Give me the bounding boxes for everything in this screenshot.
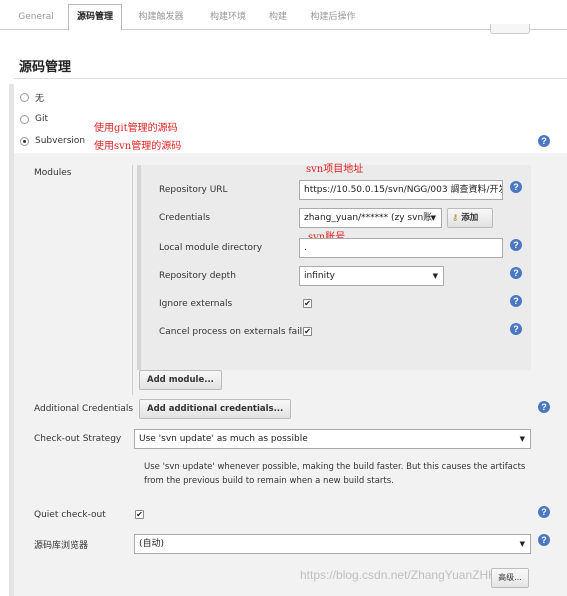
tab-post-build[interactable]: 构建后操作 <box>298 4 368 30</box>
scm-option-none-label: 无 <box>35 93 45 104</box>
tab-general[interactable]: General <box>8 4 64 30</box>
svn-annotation: 使用svn管理的源码 <box>94 141 182 152</box>
additional-credentials-help-icon[interactable]: ? <box>538 401 550 413</box>
additional-credentials-label: Additional Credentials <box>34 404 134 414</box>
chevron-down-icon: ▼ <box>432 272 438 280</box>
checkout-strategy-label: Check-out Strategy <box>34 434 122 444</box>
cancel-process-help-icon[interactable]: ? <box>510 323 522 335</box>
tab-bar: General 源码管理 构建触发器 构建环境 构建 构建后操作 <box>0 0 567 31</box>
tab-build[interactable]: 构建 <box>260 4 296 30</box>
repo-browser-help-icon[interactable]: ? <box>538 534 550 546</box>
checkout-strategy-select[interactable]: Use 'svn update' as much as possible ▼ <box>134 429 531 449</box>
section-divider <box>14 78 567 79</box>
repo-browser-value: (自动) <box>139 539 165 549</box>
quiet-checkout-help-icon[interactable]: ? <box>538 506 550 518</box>
subversion-help-icon[interactable]: ? <box>538 135 550 147</box>
repository-depth-help-icon[interactable]: ? <box>510 267 522 279</box>
ignore-externals-label: Ignore externals <box>159 299 233 309</box>
key-icon: ⚷ <box>452 213 459 223</box>
chevron-down-icon: ▼ <box>430 214 436 222</box>
scm-option-git-label: Git <box>35 114 49 124</box>
local-module-directory-help-icon[interactable]: ? <box>510 239 522 251</box>
add-module-button[interactable]: Add module... <box>139 370 222 390</box>
chevron-down-icon: ▼ <box>519 435 525 443</box>
local-module-directory-input[interactable]: . <box>299 238 503 258</box>
credentials-select[interactable]: zhang_yuan/****** (zy svn账 ▼ <box>299 208 442 228</box>
quiet-checkout-label: Quiet check-out <box>34 510 106 520</box>
chevron-down-icon: ▼ <box>519 540 525 548</box>
scm-option-git[interactable]: Git <box>20 112 48 126</box>
add-credentials-button[interactable]: ⚷ 添加 <box>447 208 493 228</box>
repository-url-input[interactable]: https://10.50.0.15/svn/NGG/003 調查資料/开发 <box>299 180 503 200</box>
modules-label: Modules <box>34 168 72 178</box>
scm-option-subversion[interactable]: Subversion <box>20 134 85 148</box>
git-annotation: 使用git管理的源码 <box>94 123 178 134</box>
cancel-process-checkbox[interactable]: ✔ <box>303 327 312 336</box>
radio-none[interactable] <box>20 92 29 102</box>
ignore-externals-help-icon[interactable]: ? <box>510 295 522 307</box>
add-credentials-button-label: 添加 <box>461 213 479 223</box>
radio-subversion[interactable] <box>20 136 29 146</box>
local-module-directory-label: Local module directory <box>159 243 263 253</box>
tab-source-management[interactable]: 源码管理 <box>68 4 122 31</box>
credentials-label: Credentials <box>159 213 211 223</box>
previous-section-button[interactable] <box>490 24 530 34</box>
repo-browser-select[interactable]: (自动) ▼ <box>134 534 531 554</box>
advanced-button[interactable]: 高级... <box>491 568 529 588</box>
tab-build-triggers[interactable]: 构建触发器 <box>126 4 196 30</box>
quiet-checkout-checkbox[interactable]: ✔ <box>135 510 144 519</box>
add-additional-credentials-button[interactable]: Add additional credentials... <box>139 399 292 419</box>
repository-depth-select[interactable]: infinity ▼ <box>299 266 444 286</box>
checkout-strategy-description: Use 'svn update' whenever possible, maki… <box>144 462 526 486</box>
tab-build-environment[interactable]: 构建环境 <box>198 4 258 30</box>
repository-url-help-icon[interactable]: ? <box>510 181 522 193</box>
ignore-externals-checkbox[interactable]: ✔ <box>303 299 312 308</box>
scm-option-none[interactable]: 无 <box>20 90 44 104</box>
repo-browser-label: 源码库浏览器 <box>34 541 89 551</box>
repository-depth-label: Repository depth <box>159 271 236 281</box>
radio-git[interactable] <box>20 114 29 124</box>
cancel-process-label: Cancel process on externals fail <box>159 327 303 337</box>
repo-url-annotation: svn项目地址 <box>306 164 364 175</box>
scm-option-subversion-label: Subversion <box>35 136 86 146</box>
checkout-strategy-value: Use 'svn update' as much as possible <box>139 434 308 444</box>
repository-url-label: Repository URL <box>159 185 228 195</box>
repository-depth-value: infinity <box>304 271 335 281</box>
watermark: https://blog.csdn.net/ZhangYuanZHH <box>300 568 497 582</box>
credentials-value: zhang_yuan/****** (zy svn账 <box>304 213 433 223</box>
section-title: 源码管理 <box>19 60 72 75</box>
